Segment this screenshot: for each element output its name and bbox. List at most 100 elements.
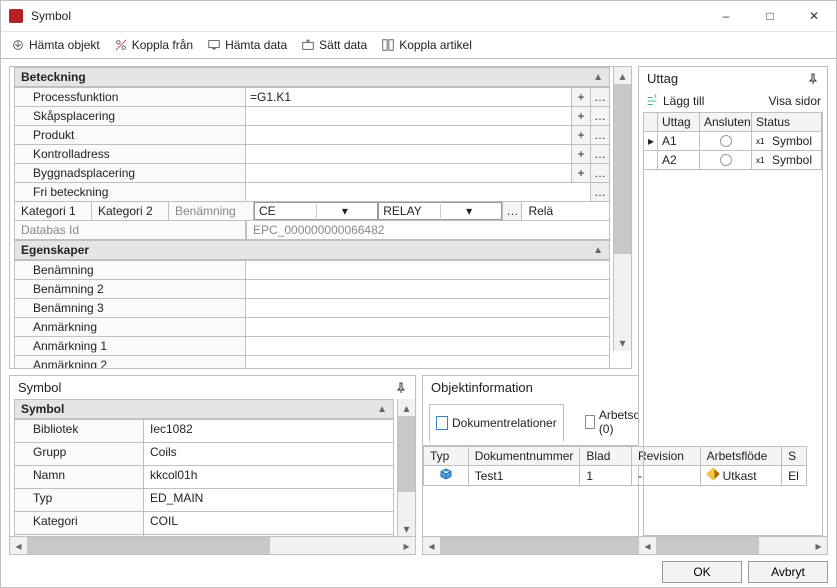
designation-properties-panel: Beteckning▲ Processfunktion =G1.K1+… Skå…	[9, 66, 632, 369]
status-cell: x1 Symbol	[752, 151, 822, 169]
browse-btn[interactable]: …	[590, 126, 609, 144]
value-egenskap[interactable]	[246, 280, 609, 298]
label-egenskap: Anmärkning	[15, 317, 245, 336]
label-produkt: Produkt	[15, 125, 245, 144]
value-databas-id: EPC_000000000066482	[246, 221, 609, 239]
add-btn[interactable]: +	[571, 88, 590, 106]
value-egenskap[interactable]	[246, 337, 609, 355]
label-egenskap: Anmärkning 2	[15, 355, 245, 368]
symbol-field-value[interactable]: COIL	[143, 511, 393, 534]
label-egenskap: Benämning 3	[15, 298, 245, 317]
lagg-till-button[interactable]: Lägg till	[645, 94, 704, 108]
col-status[interactable]: Status	[752, 113, 822, 131]
label-kontrolladress: Kontrolladress	[15, 144, 245, 163]
value-egenskap[interactable]	[246, 356, 609, 368]
col-ansluten[interactable]: Ansluten	[700, 113, 752, 131]
col-blad[interactable]: Blad	[580, 447, 632, 466]
horizontal-scrollbar[interactable]: ◂▸	[639, 536, 827, 554]
value-produkt[interactable]	[246, 126, 571, 144]
close-button[interactable]: ✕	[792, 1, 836, 31]
add-btn[interactable]: +	[571, 164, 590, 182]
pin-icon[interactable]	[807, 73, 819, 85]
value-egenskap[interactable]	[246, 299, 609, 317]
hamta-data-button[interactable]: Hämta data	[207, 38, 287, 52]
objektinformation-title: Objektinformation	[431, 380, 533, 395]
section-header-egenskaper[interactable]: Egenskaper▲	[14, 240, 610, 260]
minimize-button[interactable]: –	[704, 1, 748, 31]
row-marker: ▸	[644, 132, 658, 150]
symbol-icon: x1	[756, 136, 768, 146]
titlebar: Symbol – □ ✕	[1, 1, 836, 32]
value-byggnadsplacering[interactable]	[246, 164, 571, 182]
label-kategori1: Kategori 1	[15, 202, 92, 220]
label-processfunktion: Processfunktion	[15, 87, 245, 106]
value-skapsplacering[interactable]	[246, 107, 571, 125]
symbol-field-value[interactable]: Coils	[143, 442, 393, 465]
value-egenskap[interactable]	[246, 261, 609, 279]
status-cell: x1 Symbol	[752, 132, 822, 150]
symbol-field-label: Grupp	[15, 442, 143, 465]
section-header-beteckning[interactable]: Beteckning▲	[14, 67, 610, 87]
symbol-field-value[interactable]: ED_MAIN	[143, 488, 393, 511]
col-typ[interactable]: Typ	[424, 447, 469, 466]
symbol-panel: Symbol Symbol▲ BibliotekIec1082GruppCoil…	[9, 375, 416, 555]
symbol-field-label: Typ	[15, 488, 143, 511]
add-btn[interactable]: +	[571, 126, 590, 144]
horizontal-scrollbar[interactable]: ◂▸	[10, 536, 415, 554]
get-data-icon	[207, 38, 221, 52]
symbol-field-label: Bibliotek	[15, 419, 143, 442]
koppla-artikel-button[interactable]: Koppla artikel	[381, 38, 472, 52]
col-uttag[interactable]: Uttag	[658, 113, 700, 131]
uttag-cell: A2	[658, 151, 700, 169]
col-dokumentnummer[interactable]: Dokumentnummer	[468, 447, 580, 466]
kategori1-select[interactable]: CE▾	[254, 202, 378, 220]
uttag-panel: Uttag Lägg till Visa sidor Uttag Anslute…	[638, 66, 828, 555]
value-fri-beteckning[interactable]	[246, 183, 590, 201]
value-egenskap[interactable]	[246, 318, 609, 336]
value-kontrolladress[interactable]	[246, 145, 571, 163]
label-skapsplacering: Skåpsplacering	[15, 106, 245, 125]
uttag-row[interactable]: A2 x1 Symbol	[644, 151, 822, 170]
browse-btn[interactable]: …	[590, 164, 609, 182]
window-title: Symbol	[31, 9, 704, 23]
browse-btn[interactable]: …	[590, 88, 609, 106]
toolbar: Hämta objekt Koppla från Hämta data Sätt…	[1, 32, 836, 59]
tab-dokumentrelationer[interactable]: Dokumentrelationer	[429, 404, 564, 442]
symbol-field-label: Namn	[15, 465, 143, 488]
kategori2-select[interactable]: RELAY▾	[378, 202, 502, 220]
svg-text:x1: x1	[756, 137, 765, 146]
value-processfunktion[interactable]: =G1.K1	[246, 88, 571, 106]
browse-btn[interactable]: …	[590, 145, 609, 163]
symbol-field-value[interactable]: Iec1082	[143, 419, 393, 442]
maximize-button[interactable]: □	[748, 1, 792, 31]
pin-icon[interactable]	[395, 382, 407, 394]
ok-button[interactable]: OK	[662, 561, 742, 583]
clipboard-icon	[585, 415, 595, 429]
vertical-scrollbar[interactable]: ▴ ▾	[613, 67, 631, 351]
section-header-symbol[interactable]: Symbol▲	[14, 399, 394, 419]
browse-btn[interactable]: …	[590, 183, 609, 201]
vertical-scrollbar[interactable]: ▴▾	[397, 399, 415, 537]
ansluten-cell[interactable]	[700, 151, 752, 169]
add-btn[interactable]: +	[571, 145, 590, 163]
browse-btn[interactable]: …	[502, 202, 521, 220]
koppla-fran-button[interactable]: Koppla från	[114, 38, 193, 52]
ansluten-cell[interactable]	[700, 132, 752, 150]
symbol-panel-title: Symbol	[18, 380, 61, 395]
label-databas-id: Databas Id	[15, 221, 246, 239]
hamta-objekt-button[interactable]: Hämta objekt	[11, 38, 100, 52]
satt-data-button[interactable]: Sätt data	[301, 38, 367, 52]
symbol-icon: x1	[756, 155, 768, 165]
visa-sidor-button[interactable]: Visa sidor	[769, 94, 821, 108]
avbryt-button[interactable]: Avbryt	[748, 561, 828, 583]
add-icon	[645, 94, 659, 108]
label-fri-beteckning: Fri beteckning	[15, 182, 245, 201]
uttag-cell: A1	[658, 132, 700, 150]
symbol-field-value[interactable]: kkcol01h	[143, 465, 393, 488]
uttag-row[interactable]: ▸A1 x1 Symbol	[644, 132, 822, 151]
add-btn[interactable]: +	[571, 107, 590, 125]
browse-btn[interactable]: …	[590, 107, 609, 125]
link-article-icon	[381, 38, 395, 52]
label-egenskap: Anmärkning 1	[15, 336, 245, 355]
label-benamning: Benämning	[169, 202, 254, 220]
